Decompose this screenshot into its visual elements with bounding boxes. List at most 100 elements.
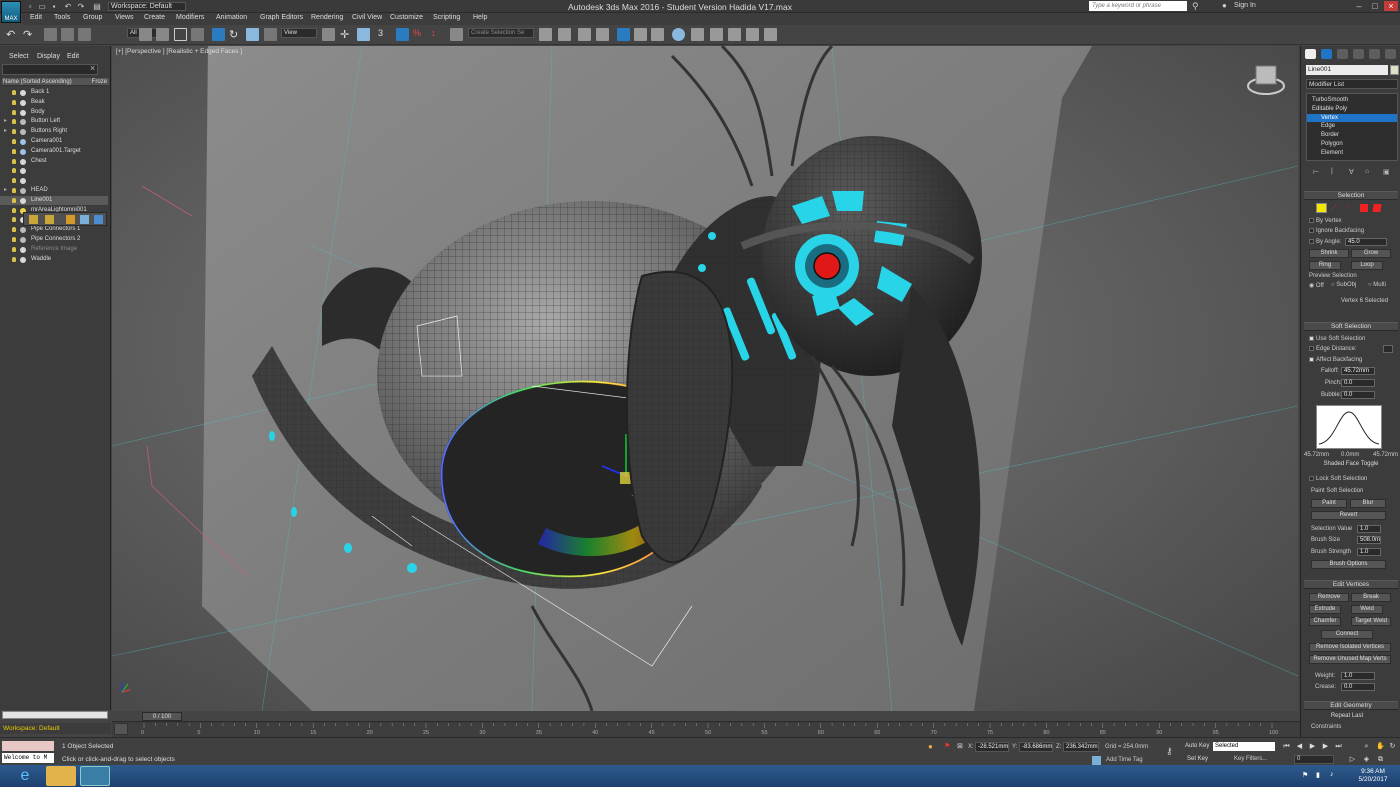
visibility-bulb-icon[interactable]: [12, 90, 16, 95]
visibility-bulb-icon[interactable]: [12, 178, 16, 184]
paint-button[interactable]: Paint: [1311, 499, 1347, 508]
target-weld-button[interactable]: Target Weld: [1351, 617, 1391, 626]
scene-list-item[interactable]: Line001: [0, 195, 108, 205]
key-filters-button[interactable]: Key Filters...: [1234, 756, 1267, 762]
current-frame-field[interactable]: 0: [1294, 755, 1334, 764]
time-slider-thumb[interactable]: 0 / 100: [142, 712, 182, 721]
remove-button[interactable]: Remove: [1309, 593, 1349, 602]
edit-vertices-rollout[interactable]: Edit Vertices: [1304, 580, 1398, 589]
scene-list-item[interactable]: [0, 166, 108, 175]
maxscript-mini-listener[interactable]: Welcome to M: [2, 753, 54, 763]
preview-off-radio[interactable]: ◉ Off: [1309, 282, 1324, 289]
layer-explorer-icon[interactable]: [578, 28, 591, 41]
undo-icon[interactable]: ↶: [6, 28, 19, 41]
tab-display[interactable]: Display: [37, 53, 60, 60]
scene-list-item[interactable]: Reference Image: [0, 245, 108, 254]
ring-button[interactable]: Ring: [1309, 261, 1341, 270]
remove-unused-map-button[interactable]: Remove Unused Map Verts: [1309, 655, 1391, 664]
soft-selection-rollout[interactable]: Soft Selection: [1304, 322, 1398, 331]
walkthrough-icon[interactable]: ◈: [1362, 755, 1371, 764]
create-tab-icon[interactable]: [1305, 49, 1316, 59]
toggle-ribbon-icon[interactable]: [596, 28, 609, 41]
remove-isolated-button[interactable]: Remove Isolated Vertices: [1309, 643, 1391, 652]
shaded-face-toggle-button[interactable]: Shaded Face Toggle: [1315, 461, 1387, 470]
snap-icon[interactable]: 3: [378, 28, 391, 41]
scene-list-item[interactable]: Back 1: [0, 88, 108, 97]
pan-icon[interactable]: ✋: [1376, 742, 1385, 751]
element-mode-icon[interactable]: [1372, 204, 1382, 212]
ignore-backfacing-checkbox[interactable]: Ignore Backfacing: [1309, 227, 1364, 236]
menu-customize[interactable]: Customize: [390, 14, 423, 21]
render-setup-icon[interactable]: [691, 28, 704, 41]
scene-list-item[interactable]: ▸ Buttons Right: [0, 127, 108, 136]
expand-icon[interactable]: ▸: [4, 117, 7, 126]
falloff-spinner[interactable]: 45.72mm: [1341, 367, 1375, 375]
modify-tab-icon[interactable]: [1321, 49, 1332, 59]
minimize-icon[interactable]: –: [1352, 1, 1366, 11]
auto-key-button[interactable]: Auto Key: [1185, 743, 1209, 749]
redo-icon[interactable]: ↷: [23, 28, 36, 41]
key-icon[interactable]: ⚷: [1166, 746, 1173, 757]
visibility-bulb-icon[interactable]: [12, 237, 16, 242]
brush-strength-spinner[interactable]: 1.0: [1357, 548, 1381, 556]
visibility-bulb-icon[interactable]: [12, 188, 16, 193]
use-soft-selection-checkbox[interactable]: Use Soft Selection: [1309, 335, 1365, 344]
scale-icon[interactable]: [246, 28, 259, 41]
tray-network-icon[interactable]: ▮: [1316, 771, 1320, 779]
material-editor-icon[interactable]: [672, 28, 685, 41]
render-production-icon[interactable]: [728, 28, 741, 41]
app-logo[interactable]: MAX: [1, 1, 21, 23]
maximize-viewport-icon[interactable]: ⧉: [1376, 755, 1385, 764]
set-key-button[interactable]: Set Key: [1187, 756, 1208, 762]
z-coordinate-field[interactable]: 236.342mm: [1063, 742, 1099, 752]
viewport-label[interactable]: [+] [Perspective ] [Realistic + Edged Fa…: [116, 48, 242, 55]
column-freeze[interactable]: Froze: [92, 78, 107, 86]
rect-selection-icon[interactable]: [174, 28, 187, 41]
open-icon[interactable]: ▭: [37, 2, 47, 11]
scene-list-item[interactable]: Waddle: [0, 255, 108, 264]
expand-icon[interactable]: ▸: [4, 186, 7, 195]
repeat-last-button[interactable]: Repeat Last: [1321, 713, 1373, 722]
modifier-stack-item[interactable]: Editable Poly: [1307, 105, 1397, 113]
display-shapes-icon[interactable]: [45, 215, 54, 224]
add-time-tag-button[interactable]: Add Time Tag: [1106, 757, 1143, 763]
play-icon[interactable]: ▶: [1308, 742, 1317, 751]
new-icon[interactable]: ▫: [25, 2, 35, 11]
modifier-stack-item[interactable]: TurboSmooth: [1307, 96, 1397, 104]
previous-frame-icon[interactable]: ◀: [1295, 742, 1304, 751]
reference-coord-dropdown[interactable]: View: [281, 28, 317, 38]
hierarchy-tab-icon[interactable]: [1337, 49, 1348, 59]
scene-list-item[interactable]: Camera001: [0, 137, 108, 146]
tray-flag-icon[interactable]: ⚑: [1302, 771, 1308, 779]
modifier-stack-item[interactable]: Polygon: [1307, 140, 1397, 148]
scene-list-item[interactable]: Beak: [0, 98, 108, 107]
by-angle-checkbox[interactable]: By Angle:: [1309, 238, 1341, 247]
polygon-mode-icon[interactable]: [1360, 204, 1368, 212]
preview-subobj-radio[interactable]: ○ SubObj: [1331, 282, 1356, 288]
key-selection-dropdown[interactable]: Selected: [1213, 742, 1275, 751]
vertex-mode-icon[interactable]: [1316, 203, 1327, 213]
next-frame-icon[interactable]: ▶: [1321, 742, 1330, 751]
x-coordinate-field[interactable]: -28.521mm: [975, 742, 1009, 752]
absolute-mode-icon[interactable]: ⊠: [957, 742, 963, 750]
go-to-start-icon[interactable]: ⏮: [1282, 742, 1291, 751]
orbit-icon[interactable]: ↻: [1388, 742, 1397, 751]
expand-icon[interactable]: ▸: [4, 127, 7, 136]
3ds-max-taskbar-icon[interactable]: [80, 766, 110, 786]
track-bar[interactable]: 0 5 10 15 20 25 30 35 40 45 50 55 60 65 70 75 80 85 90 95 10…: [112, 723, 1300, 737]
redo-icon[interactable]: ↷: [76, 2, 86, 11]
modifier-list-dropdown[interactable]: Modifier List: [1306, 79, 1398, 89]
scene-list-item[interactable]: Body: [0, 108, 108, 117]
curve-editor-icon[interactable]: [634, 28, 647, 41]
selection-value-spinner[interactable]: 1.0: [1357, 525, 1381, 533]
lock-selection-icon[interactable]: ●: [928, 742, 933, 751]
menu-help[interactable]: Help: [473, 14, 487, 21]
mirror-icon[interactable]: [539, 28, 552, 41]
search-input[interactable]: Type a keyword or phrase: [1089, 1, 1187, 11]
scene-list-item[interactable]: ▸ HEAD: [0, 186, 108, 195]
column-header[interactable]: Name (Sorted Ascending) Froze: [2, 78, 109, 86]
selection-rollout[interactable]: Selection: [1304, 191, 1398, 200]
brush-options-button[interactable]: Brush Options: [1311, 560, 1386, 569]
visibility-bulb-icon[interactable]: [12, 207, 16, 213]
schematic-view-icon[interactable]: [651, 28, 664, 41]
